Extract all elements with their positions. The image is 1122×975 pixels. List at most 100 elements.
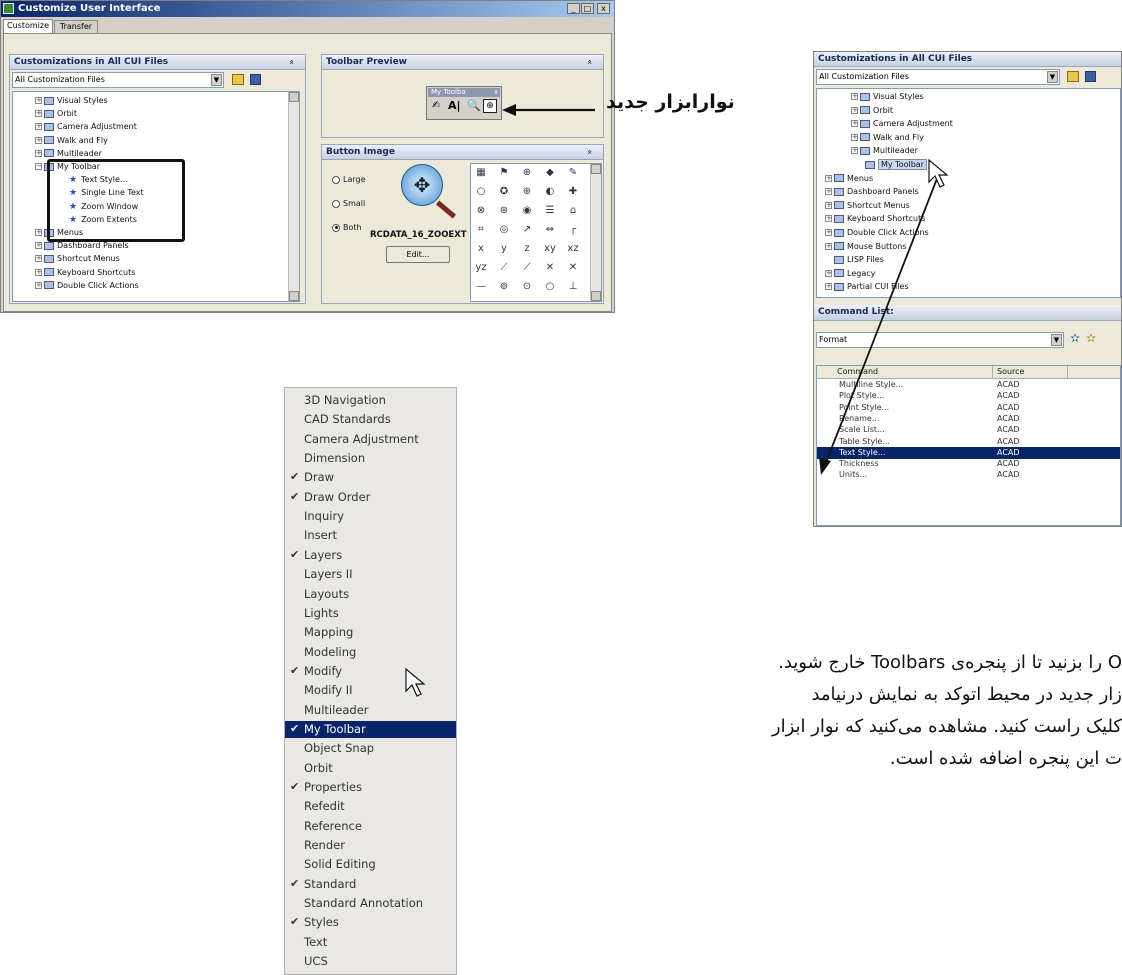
button-image-icon[interactable]: xy bbox=[543, 243, 557, 255]
expander-icon[interactable]: − bbox=[35, 163, 42, 170]
expander-icon[interactable]: + bbox=[851, 147, 858, 155]
button-image-icon[interactable]: ┌ bbox=[566, 224, 580, 236]
collapse-chevron-icon[interactable]: « bbox=[286, 59, 296, 65]
menu-item[interactable]: ✔ Draw Order bbox=[285, 489, 456, 506]
tab-customize[interactable]: Customize bbox=[3, 19, 53, 33]
button-image-icon[interactable]: ✪ bbox=[497, 186, 511, 198]
right-tree-item[interactable]: + Multileader bbox=[851, 145, 918, 156]
menu-item[interactable]: Camera Adjustment bbox=[285, 431, 456, 448]
menu-item[interactable]: ✔ Standard bbox=[285, 876, 456, 893]
size-radio-option[interactable]: Both bbox=[332, 223, 362, 232]
menu-item[interactable]: ✔ Properties bbox=[285, 779, 456, 796]
expander-icon[interactable]: + bbox=[35, 97, 42, 104]
button-image-icon[interactable]: ✕ bbox=[543, 262, 557, 274]
menu-item[interactable]: CAD Standards bbox=[285, 411, 456, 428]
button-image-icon[interactable]: ↗ bbox=[520, 224, 534, 236]
menu-item[interactable]: Insert bbox=[285, 527, 456, 544]
menu-item[interactable]: Object Snap bbox=[285, 740, 456, 757]
expander-icon[interactable]: + bbox=[35, 281, 42, 289]
button-image-icon[interactable]: ⚑ bbox=[497, 167, 511, 179]
tree-item[interactable]: + Orbit bbox=[35, 108, 77, 119]
menu-item[interactable]: Inquiry bbox=[285, 508, 456, 525]
mini-close-icon[interactable]: x bbox=[494, 88, 498, 97]
open-file-icon[interactable] bbox=[232, 74, 244, 85]
button-image-icon[interactable]: yz bbox=[474, 262, 488, 274]
menu-item[interactable]: Reference bbox=[285, 818, 456, 835]
button-image-icon[interactable]: — bbox=[474, 281, 488, 293]
radio-icon[interactable] bbox=[332, 199, 340, 208]
tree-item[interactable]: + Keyboard Shortcuts bbox=[35, 267, 135, 278]
size-radio-option[interactable]: Small bbox=[332, 199, 365, 208]
menu-item[interactable]: ✔ Layers bbox=[285, 547, 456, 564]
dropdown-arrow-icon[interactable]: ▼ bbox=[1051, 334, 1062, 346]
menu-item[interactable]: 3D Navigation bbox=[285, 392, 456, 409]
expander-icon[interactable]: + bbox=[851, 106, 858, 114]
expander-icon[interactable]: + bbox=[35, 136, 42, 144]
menu-item[interactable]: Layouts bbox=[285, 586, 456, 603]
menu-item[interactable]: Orbit bbox=[285, 760, 456, 777]
button-image-icon[interactable]: ⊗ bbox=[474, 205, 488, 217]
button-image-icon[interactable]: ⊚ bbox=[497, 281, 511, 293]
collapse-chevron-icon[interactable]: « bbox=[584, 59, 594, 65]
menu-item[interactable]: Modify II bbox=[285, 682, 456, 699]
button-image-icon[interactable]: ○ bbox=[543, 281, 557, 293]
menu-item[interactable]: ✔ Modify bbox=[285, 663, 456, 680]
button-image-icon[interactable]: ◎ bbox=[497, 224, 511, 236]
button-image-icon[interactable]: ⊛ bbox=[497, 205, 511, 217]
tree-item[interactable]: + Multileader bbox=[35, 148, 102, 159]
expander-icon[interactable]: + bbox=[35, 268, 42, 276]
button-image-icon[interactable]: ⊙ bbox=[520, 281, 534, 293]
button-image-icon[interactable]: y bbox=[497, 243, 511, 255]
button-image-icon[interactable]: ⊕ bbox=[520, 167, 534, 179]
single-line-text-icon[interactable]: A| bbox=[448, 99, 461, 112]
zoom-window-icon[interactable]: 🔍 bbox=[467, 99, 481, 112]
close-button[interactable]: x bbox=[597, 3, 610, 14]
column-source[interactable]: Source bbox=[997, 366, 1024, 378]
text-style-icon[interactable]: ✍ bbox=[432, 100, 440, 111]
icon-grid-scrollbar[interactable] bbox=[590, 164, 601, 301]
right-files-dropdown[interactable]: All Customization Files ▼ bbox=[816, 69, 1060, 85]
menu-item[interactable]: ✔ Styles bbox=[285, 914, 456, 931]
find-command-star-icon[interactable]: ✫ bbox=[1086, 331, 1096, 345]
maximize-button[interactable]: □ bbox=[581, 3, 594, 14]
button-image-icon[interactable]: z bbox=[520, 243, 534, 255]
tree-item[interactable]: + Visual Styles bbox=[35, 95, 108, 106]
expander-icon[interactable]: + bbox=[35, 242, 42, 250]
menu-item[interactable]: Multileader bbox=[285, 702, 456, 719]
menu-item[interactable]: ✔ My Toolbar bbox=[285, 720, 456, 738]
button-image-icon[interactable]: ✚ bbox=[566, 186, 580, 198]
scroll-down-icon[interactable] bbox=[289, 291, 299, 301]
button-image-icon[interactable]: ◉ bbox=[520, 205, 534, 217]
save-icon[interactable] bbox=[1085, 71, 1096, 82]
menu-item[interactable]: Solid Editing bbox=[285, 856, 456, 873]
button-image-icon[interactable]: ✕ bbox=[566, 262, 580, 274]
button-image-icon[interactable]: ◆ bbox=[543, 167, 557, 179]
expander-icon[interactable]: + bbox=[35, 123, 42, 131]
size-radio-option[interactable]: Large bbox=[332, 175, 366, 184]
button-image-icon[interactable]: ☰ bbox=[543, 205, 557, 217]
expander-icon[interactable]: + bbox=[851, 93, 858, 100]
tab-transfer[interactable]: Transfer bbox=[54, 20, 98, 33]
collapse-chevron-icon[interactable]: « bbox=[584, 149, 594, 155]
menu-item[interactable]: Lights bbox=[285, 605, 456, 622]
scroll-down-icon[interactable] bbox=[591, 291, 601, 301]
expander-icon[interactable]: + bbox=[35, 149, 42, 157]
edit-button[interactable]: Edit... bbox=[386, 246, 450, 263]
tree-item[interactable]: + Camera Adjustment bbox=[35, 121, 137, 132]
button-image-icon[interactable]: ○ bbox=[474, 186, 488, 198]
right-tree-item[interactable]: + Walk and Fly bbox=[851, 132, 924, 143]
menu-item[interactable]: Refedit bbox=[285, 798, 456, 815]
button-image-icon[interactable]: ⌗ bbox=[474, 224, 488, 236]
tree-scrollbar[interactable] bbox=[288, 92, 299, 301]
menu-item[interactable]: Render bbox=[285, 837, 456, 854]
new-command-star-icon[interactable]: ✫ bbox=[1070, 331, 1080, 345]
minimize-button[interactable]: _ bbox=[567, 3, 580, 14]
right-tree-item[interactable]: + Camera Adjustment bbox=[851, 118, 953, 129]
save-icon[interactable] bbox=[250, 74, 261, 85]
menu-item[interactable]: Mapping bbox=[285, 624, 456, 641]
right-tree-item[interactable]: + Visual Styles bbox=[851, 91, 924, 102]
zoom-extents-icon[interactable]: ⊕ bbox=[483, 99, 497, 113]
menu-item[interactable]: UCS bbox=[285, 953, 456, 970]
menu-item[interactable]: Layers II bbox=[285, 566, 456, 583]
menu-item[interactable]: Text bbox=[285, 934, 456, 951]
